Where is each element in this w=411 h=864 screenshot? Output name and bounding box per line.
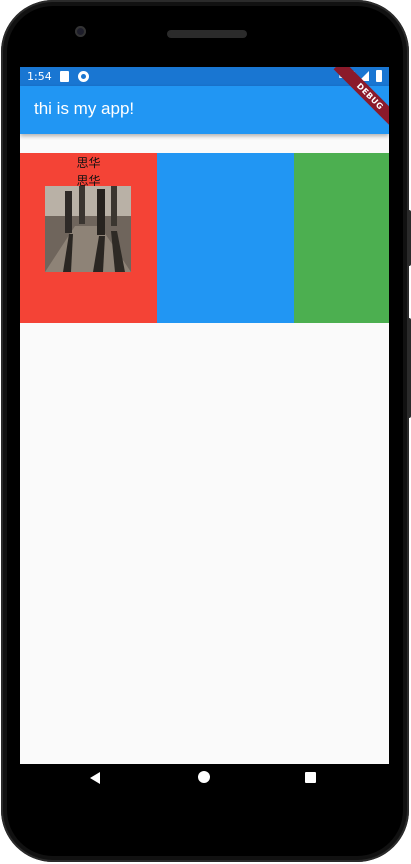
navigation-bar	[20, 764, 389, 791]
back-icon[interactable]	[90, 772, 100, 784]
app-title: thi is my app!	[34, 99, 135, 118]
red-container: 思华 思华	[20, 153, 157, 323]
screen: 1:54 LTE thi is my app! DEBUG 思华 思华	[20, 67, 389, 791]
speaker-grille	[167, 30, 247, 38]
color-row: 思华 思华	[20, 153, 389, 323]
street-photo	[45, 186, 131, 272]
street-photo-illustration	[45, 186, 131, 272]
phone-frame: 1:54 LTE thi is my app! DEBUG 思华 思华	[1, 0, 411, 862]
sd-card-icon	[60, 71, 69, 82]
battery-icon	[376, 70, 382, 82]
cell-text-line-1: 思华	[76, 156, 101, 170]
blue-container	[157, 153, 294, 323]
green-container	[294, 153, 389, 323]
camera-icon	[75, 26, 86, 37]
recents-icon[interactable]	[305, 772, 316, 783]
app-notification-icon	[78, 71, 89, 82]
volume-button[interactable]	[407, 318, 411, 418]
power-button[interactable]	[407, 210, 411, 266]
status-time: 1:54	[27, 70, 52, 83]
home-icon[interactable]	[198, 771, 210, 783]
app-bar: thi is my app! DEBUG	[20, 67, 389, 134]
